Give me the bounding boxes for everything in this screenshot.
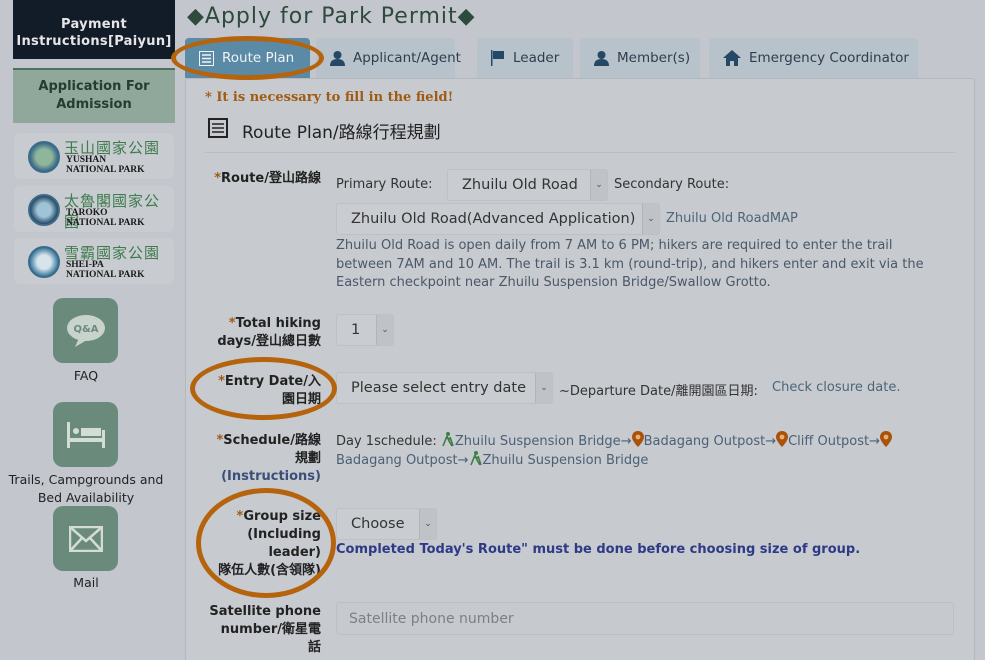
hiker-icon xyxy=(442,432,454,447)
primary-route-value: Zhuilu Old Road xyxy=(462,177,578,193)
home-icon xyxy=(723,50,741,66)
tab-members[interactable]: Member(s) xyxy=(580,38,700,78)
entry-date-placeholder: Please select entry date xyxy=(351,380,526,396)
hiking-days-value: 1 xyxy=(351,322,361,338)
trails-availability-label: Trails, Campgrounds and Bed Availability xyxy=(8,472,164,505)
satellite-phone-placeholder: Satellite phone number xyxy=(349,610,514,627)
chevron-down-icon: ⌄ xyxy=(419,509,436,539)
section-title-text: Route Plan/路線行程規劃 xyxy=(242,123,441,143)
secondary-route-label: Secondary Route: xyxy=(614,177,730,192)
group-size-warning: Completed Today's Route" must be done be… xyxy=(336,542,861,557)
group-size-value: Choose xyxy=(351,516,405,532)
map-pin-icon xyxy=(776,431,789,447)
park-name-en: TAROKO NATIONAL PARK xyxy=(66,208,145,228)
section-divider xyxy=(205,152,955,153)
park-name-en: YUSHAN NATIONAL PARK xyxy=(66,155,145,175)
qa-bubble-icon: Q&A xyxy=(66,314,105,347)
mail-button[interactable] xyxy=(53,506,118,571)
trails-availability-button[interactable] xyxy=(53,402,118,467)
entry-date-label: *Entry Date/入 園日期 xyxy=(218,374,321,407)
satellite-phone-label: Satellite phone number/衛星電話 xyxy=(209,604,321,655)
page-title: ◆Apply for Park Permit◆ xyxy=(187,4,476,29)
tab-label: Emergency Coordinator xyxy=(749,50,909,66)
schedule-stop: Cliff Outpost xyxy=(788,434,870,449)
application-for-admission-button[interactable]: Application For Admission xyxy=(13,68,175,123)
taroko-logo-icon xyxy=(28,194,60,226)
payment-instructions-button[interactable]: Payment Instructions[Paiyun] xyxy=(13,0,175,59)
tab-route-plan[interactable]: Route Plan xyxy=(185,38,310,78)
check-closure-date-link[interactable]: Check closure date. xyxy=(772,380,900,395)
group-size-label: *Group size (Including leader) 隊伍人數(含領隊) xyxy=(218,509,321,578)
schedule-label: *Schedule/路線 規劃 (Instructions) xyxy=(216,433,321,484)
route-label: *Route/登山路線 xyxy=(214,171,321,186)
schedule-route: Day 1schedule: Zhuilu Suspension Bridge→… xyxy=(336,431,936,470)
chevron-down-icon: ⌄ xyxy=(642,204,659,234)
user-icon xyxy=(330,50,345,66)
schedule-stop: Zhuilu Suspension Bridge xyxy=(454,434,621,449)
taroko-park-link[interactable]: 太魯閣國家公園 TAROKO NATIONAL PARK xyxy=(14,186,174,232)
tab-leader[interactable]: Leader xyxy=(477,38,573,78)
hiking-days-select[interactable]: 1 ⌄ xyxy=(336,314,394,346)
tab-label: Member(s) xyxy=(617,50,691,66)
chevron-down-icon: ⌄ xyxy=(376,315,393,345)
schedule-stop: Badagang Outpost xyxy=(336,453,458,468)
list-icon xyxy=(208,118,228,143)
secondary-route-value: Zhuilu Old Road(Advanced Application) xyxy=(351,211,636,227)
mail-label: Mail xyxy=(73,575,99,590)
required-field-note: * It is necessary to fill in the field! xyxy=(205,90,454,105)
departure-date-label: ~Departure Date/離開園區日期: xyxy=(559,384,758,399)
list-icon xyxy=(199,50,214,66)
user-icon xyxy=(594,50,609,66)
map-pin-icon xyxy=(631,431,644,447)
schedule-instructions-link[interactable]: (Instructions) xyxy=(221,469,321,484)
chevron-down-icon: ⌄ xyxy=(535,373,552,403)
schedule-day-label: Day 1schedule: xyxy=(336,434,437,449)
route-map-link[interactable]: Zhuilu Old RoadMAP xyxy=(666,211,798,226)
tab-label: Leader xyxy=(513,50,560,66)
sheipa-park-link[interactable]: 雪霸國家公園 SHEI-PA NATIONAL PARK xyxy=(14,238,174,284)
entry-date-select[interactable]: Please select entry date ⌄ xyxy=(336,372,553,404)
svg-text:Q&A: Q&A xyxy=(73,324,98,335)
yushan-park-link[interactable]: 玉山國家公園 YUSHAN NATIONAL PARK xyxy=(14,133,174,179)
route-description: Zhuilu Old Road is open daily from 7 AM … xyxy=(336,238,924,290)
bed-icon xyxy=(66,421,105,448)
sidebar: Payment Instructions[Paiyun] Application… xyxy=(0,0,185,660)
primary-route-label: Primary Route: xyxy=(336,177,433,192)
group-size-select[interactable]: Choose ⌄ xyxy=(336,508,437,540)
tab-applicant-agent[interactable]: Applicant/Agent xyxy=(316,38,461,78)
section-title: Route Plan/路線行程規劃 xyxy=(208,118,441,143)
tab-emergency-coordinator[interactable]: Emergency Coordinator xyxy=(709,38,918,78)
schedule-stop: Zhuilu Suspension Bridge xyxy=(482,453,649,468)
schedule-stop: Badagang Outpost xyxy=(643,434,766,449)
envelope-icon xyxy=(68,525,103,552)
park-name-en: SHEI-PA NATIONAL PARK xyxy=(66,260,145,280)
faq-button[interactable]: Q&A xyxy=(53,298,118,363)
primary-route-select[interactable]: Zhuilu Old Road ⌄ xyxy=(447,169,608,201)
chevron-down-icon: ⌄ xyxy=(590,170,607,200)
hiker-icon xyxy=(469,451,482,466)
flag-icon xyxy=(491,50,505,66)
yushan-logo-icon xyxy=(28,141,60,173)
map-pin-icon xyxy=(880,431,893,447)
secondary-route-select[interactable]: Zhuilu Old Road(Advanced Application) ⌄ xyxy=(336,203,660,235)
sheipa-logo-icon xyxy=(28,246,60,278)
tab-label: Applicant/Agent xyxy=(353,50,461,66)
satellite-phone-input[interactable]: Satellite phone number xyxy=(336,602,954,635)
tab-label: Route Plan xyxy=(222,50,295,66)
faq-label: FAQ xyxy=(73,368,99,383)
hiking-days-label: *Total hiking days/登山總日數 xyxy=(217,316,321,349)
